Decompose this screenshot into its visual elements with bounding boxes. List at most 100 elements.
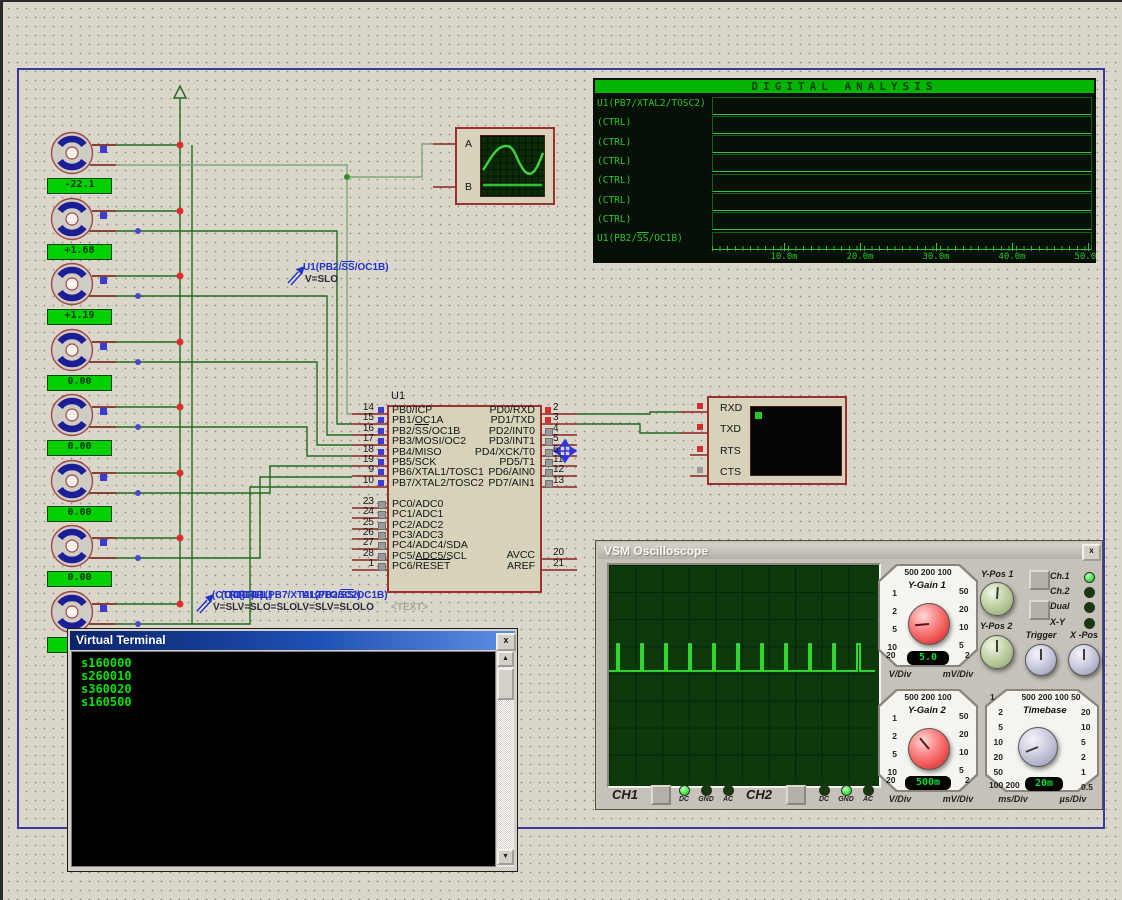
da-channel-label: U1(PB2/SS/OC1B) <box>597 233 683 244</box>
knob-pointer <box>1026 746 1039 753</box>
led-icon <box>679 785 690 796</box>
mode-select-button[interactable] <box>1029 600 1050 620</box>
trigger-knob[interactable] <box>1025 644 1057 676</box>
ypos2-knob[interactable] <box>980 635 1014 669</box>
da-tick-label: 10.0m <box>762 252 806 262</box>
terminal-pin-label: RTS <box>720 445 741 457</box>
timebase-knob[interactable] <box>1018 727 1058 767</box>
pin-state-square <box>378 553 386 561</box>
close-icon[interactable]: x <box>1082 544 1101 561</box>
da-tick-label: 30.0m <box>914 252 958 262</box>
timebase-panel: 1 500 200 100 50 Timebase 25102050 20105… <box>985 689 1099 792</box>
ch-select-button[interactable] <box>1029 570 1050 590</box>
app-edge-left <box>0 0 3 900</box>
pin-state-square <box>378 449 384 455</box>
pin-state-square <box>378 428 384 434</box>
ygain1-top-scale: 500 200 100 <box>892 567 964 577</box>
ygain1-panel: 500 200 100 Y-Gain 1 12510 5020105 20 2 … <box>878 564 978 667</box>
terminal-output[interactable]: s160000s260010s360020s160500 <box>71 651 496 867</box>
ygain2-readout: 500m <box>905 776 951 790</box>
pin-state-square <box>378 563 386 571</box>
encoder-body-icon[interactable] <box>50 262 94 306</box>
knob-pointer <box>1083 649 1085 660</box>
xpos-knob[interactable] <box>1068 644 1100 676</box>
encoder-body-icon[interactable] <box>50 524 94 568</box>
close-icon[interactable]: x <box>496 633 516 651</box>
pin-state-square <box>378 417 384 423</box>
encoder-value: 0.00 <box>47 440 112 456</box>
probe-value: V=SLO <box>305 274 338 285</box>
ch1-label: CH1 <box>612 787 638 802</box>
terminal-line: s160500 <box>81 696 495 709</box>
pin-state-square <box>378 542 386 550</box>
encoder-body-icon[interactable] <box>50 393 94 437</box>
encoder-body-icon[interactable] <box>50 131 94 175</box>
ypos1-knob[interactable] <box>980 582 1014 616</box>
scrollbar-thumb[interactable] <box>497 668 514 700</box>
da-major-tick <box>860 243 861 251</box>
da-trace-row <box>712 135 1092 153</box>
selector-row: Ch.2 <box>1048 586 1104 598</box>
scope-part[interactable]: A B <box>455 127 555 205</box>
digital-analysis-panel[interactable]: DIGITAL ANALYSIS U1(PB7/XTAL2/TOSC2)(CTR… <box>593 78 1096 263</box>
encoder-body-icon[interactable] <box>50 197 94 241</box>
ch1-coupling-button[interactable] <box>651 785 671 805</box>
virtual-terminal-window[interactable]: Virtual Terminal x s160000s260010s360020… <box>67 628 518 872</box>
pin-state-square <box>545 417 551 423</box>
selector-led <box>1084 602 1095 613</box>
coupling-led: AC <box>718 785 738 803</box>
da-tick-label: 20.0m <box>838 252 882 262</box>
da-major-tick <box>936 243 937 251</box>
terminal-pin-label: CTS <box>720 466 741 478</box>
pin-state-square <box>545 480 553 488</box>
da-trace-row <box>712 116 1092 134</box>
pin-state-square <box>545 438 553 446</box>
da-channel-label: (CTRL) <box>597 214 631 225</box>
da-major-tick <box>784 243 785 251</box>
ch2-coupling-button[interactable] <box>786 785 806 805</box>
scroll-down-icon[interactable]: ▼ <box>497 849 514 865</box>
knob-pointer <box>919 738 930 750</box>
oscilloscope-screen[interactable] <box>609 565 875 782</box>
digital-analysis-title: DIGITAL ANALYSIS <box>595 80 1094 93</box>
trigger-label: Trigger <box>1020 630 1062 640</box>
encoder-body-icon[interactable] <box>50 590 94 634</box>
knob-pointer <box>996 587 999 599</box>
knob-pointer <box>915 623 929 626</box>
scroll-up-icon[interactable]: ▲ <box>497 651 514 667</box>
timebase-top-scale: 500 200 100 50 <box>1007 692 1095 702</box>
pin-state-square <box>545 449 553 457</box>
ypos2-label: Y-Pos 2 <box>980 621 1012 631</box>
selector-led <box>1084 587 1095 598</box>
scope-part-waveform <box>481 136 544 196</box>
da-channel-label: (CTRL) <box>597 137 631 148</box>
scope-part-screen <box>480 135 545 197</box>
encoder-body-icon[interactable] <box>50 459 94 503</box>
terminal-line: s360020 <box>81 683 495 696</box>
scope-pin-b: B <box>465 181 472 193</box>
encoder-body-icon[interactable] <box>50 328 94 372</box>
ch2-label: CH2 <box>746 787 772 802</box>
da-channel-label: (CTRL) <box>597 195 631 206</box>
terminal-part[interactable]: RXDTXDRTSCTS <box>707 396 847 485</box>
app-edge-top <box>0 0 1122 2</box>
oscilloscope-window[interactable]: VSM Oscilloscope x 500 200 100 Y-Gain 1 … <box>595 540 1103 810</box>
oscilloscope-title: VSM Oscilloscope <box>604 544 708 558</box>
selector-led <box>1084 618 1095 629</box>
oscilloscope-titlebar[interactable]: VSM Oscilloscope <box>598 543 1100 559</box>
ygain1-knob[interactable] <box>908 603 950 645</box>
virtual-terminal-title: Virtual Terminal <box>76 633 166 647</box>
pin-state-square <box>545 407 551 413</box>
selector-row: X-Y <box>1048 617 1104 629</box>
ygain2-panel: 500 200 100 Y-Gain 2 12510 5020105 20 2 … <box>878 689 978 792</box>
pin-state-square <box>378 532 386 540</box>
virtual-terminal-titlebar[interactable]: Virtual Terminal <box>70 631 515 650</box>
encoder-value: 0.00 <box>47 506 112 522</box>
terminal-pin-label: RXD <box>720 402 742 414</box>
coupling-led: AC <box>858 785 878 803</box>
pin-state-square <box>378 501 386 509</box>
ygain2-knob[interactable] <box>908 728 950 770</box>
da-tick-label: 40.0m <box>990 252 1034 262</box>
scrollbar[interactable]: ▲ ▼ <box>497 651 514 867</box>
pin-state-square <box>378 407 384 413</box>
